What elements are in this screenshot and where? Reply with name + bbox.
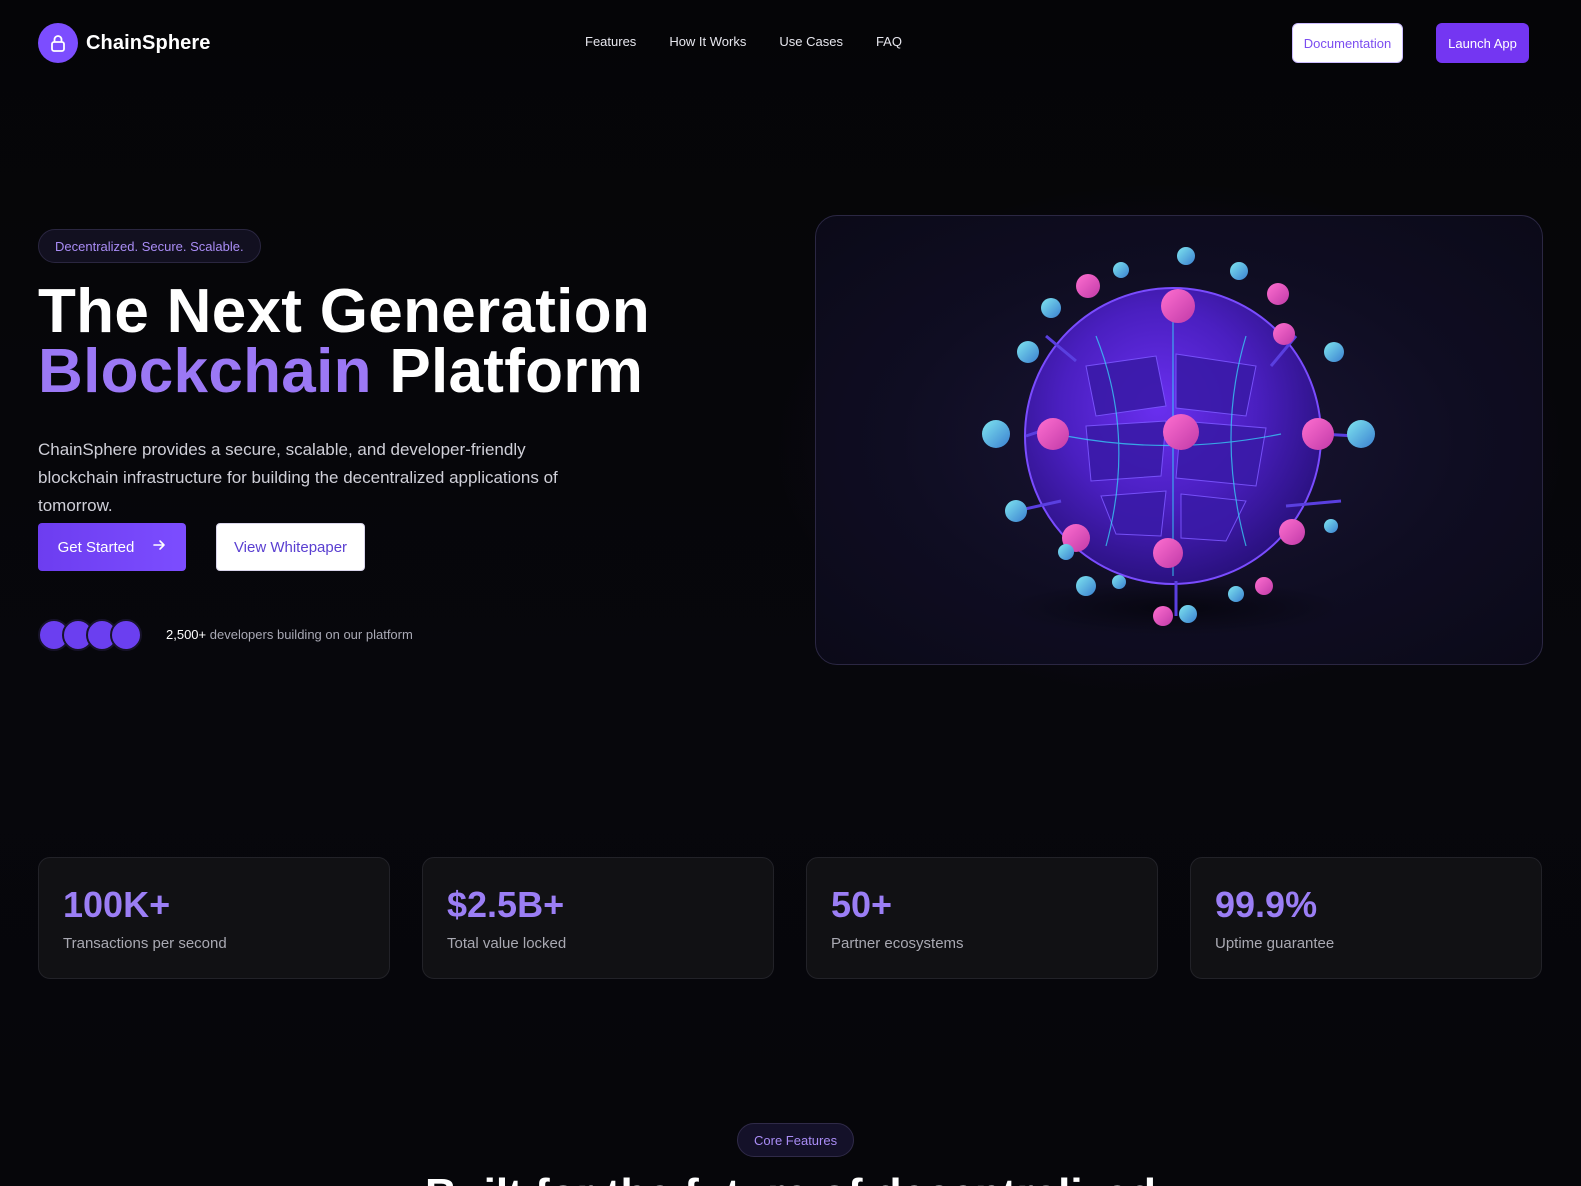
stat-label: Partner ecosystems xyxy=(831,935,964,952)
hero-title-line1: The Next Generation xyxy=(38,277,651,346)
stat-value: 100K+ xyxy=(63,884,171,925)
top-navigation: ChainSphere Features How It Works Use Ca… xyxy=(0,0,1581,86)
get-started-label: Get Started xyxy=(57,538,135,556)
hero-title: The Next Generation Blockchain Platform xyxy=(38,281,650,403)
stat-card-uptime: 99.9% Uptime guarantee xyxy=(1190,857,1542,979)
stat-value: 50+ xyxy=(831,884,893,925)
stat-label: Transactions per second xyxy=(63,935,227,952)
stat-card-transactions: 100K+ Transactions per second xyxy=(38,857,390,979)
arrow-right-icon xyxy=(152,538,166,556)
stat-card-tvl: $2.5B+ Total value locked xyxy=(422,857,774,979)
lock-icon xyxy=(38,23,78,63)
brand-name: ChainSphere xyxy=(86,31,211,54)
nav-link-features[interactable]: Features xyxy=(585,34,636,49)
hero-title-rest: Platform xyxy=(389,337,644,406)
stat-card-partners: 50+ Partner ecosystems xyxy=(806,857,1158,979)
stat-value: $2.5B+ xyxy=(447,884,565,925)
nav-links: Features How It Works Use Cases FAQ xyxy=(585,34,902,49)
stat-value: 99.9% xyxy=(1215,884,1318,925)
features-badge: Core Features xyxy=(737,1123,855,1157)
hero-badge: Decentralized. Secure. Scalable. xyxy=(38,229,261,263)
nav-link-use-cases[interactable]: Use Cases xyxy=(779,34,843,49)
launch-app-button[interactable]: Launch App xyxy=(1436,23,1529,63)
page: ChainSphere Features How It Works Use Ca… xyxy=(0,0,1581,1186)
avatar xyxy=(110,619,142,651)
features-title: Built for the future of decentralized xyxy=(0,1170,1581,1186)
documentation-button[interactable]: Documentation xyxy=(1292,23,1403,63)
developer-count: 2,500+ xyxy=(166,627,207,642)
stat-label: Total value locked xyxy=(447,935,567,952)
view-whitepaper-button[interactable]: View Whitepaper xyxy=(216,523,365,571)
get-started-button[interactable]: Get Started xyxy=(38,523,186,571)
nav-link-faq[interactable]: FAQ xyxy=(876,34,902,49)
developer-count-text: 2,500+ developers building on our platfo… xyxy=(166,627,413,642)
stat-label: Uptime guarantee xyxy=(1215,935,1335,952)
nav-link-how-it-works[interactable]: How It Works xyxy=(669,34,746,49)
hero-title-accent: Blockchain xyxy=(38,337,372,406)
developer-count-caption: developers building on our platform xyxy=(209,627,413,642)
blockchain-sphere-illustration xyxy=(982,247,1375,636)
developer-avatars xyxy=(38,619,148,651)
hero-visual-card xyxy=(815,215,1543,665)
brand[interactable]: ChainSphere xyxy=(38,23,210,63)
hero-description: ChainSphere provides a secure, scalable,… xyxy=(38,440,558,515)
